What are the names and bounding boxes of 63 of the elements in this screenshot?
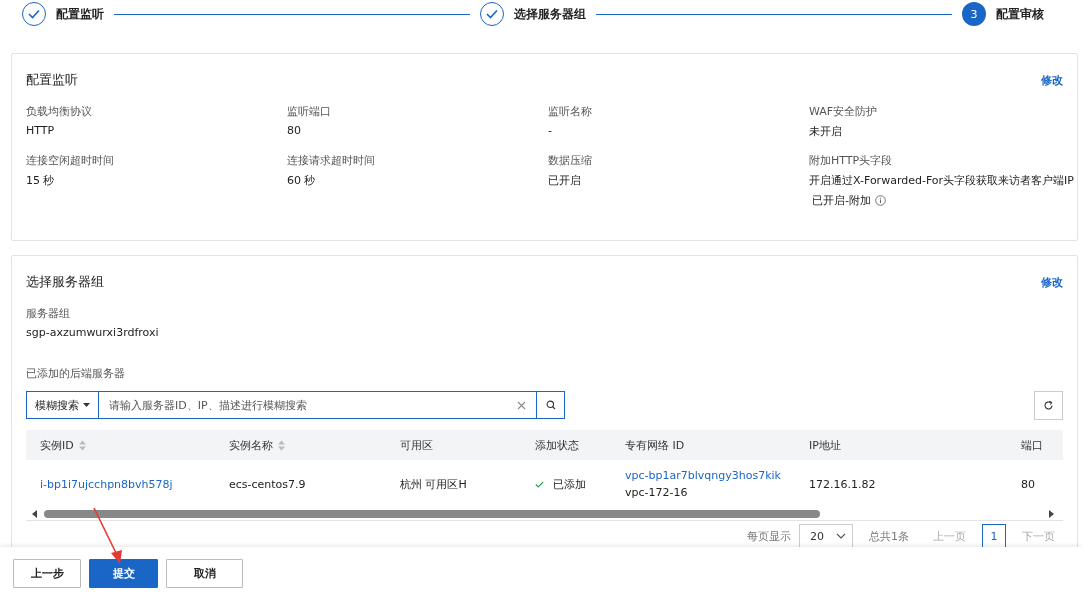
- field-label: 附加HTTP头字段: [809, 153, 893, 168]
- column-header: IP地址: [809, 437, 841, 453]
- column-header[interactable]: 实例ID: [40, 437, 86, 453]
- table-cell: 杭州 可用区H: [400, 476, 467, 492]
- field-value: 已开启: [548, 173, 581, 188]
- edit-link[interactable]: 修改: [1041, 72, 1063, 88]
- field-value: 60 秒: [287, 173, 316, 188]
- step-label: 选择服务器组: [514, 5, 586, 23]
- search-mode-dropdown[interactable]: 模糊搜索: [26, 391, 99, 419]
- refresh-icon: [1043, 400, 1054, 411]
- step-label: 配置审核: [996, 5, 1044, 23]
- scroll-right-icon[interactable]: [1048, 510, 1054, 518]
- section-label: 已添加的后端服务器: [26, 366, 126, 381]
- field-label: 连接空闲超时时间: [26, 153, 114, 168]
- column-header: 端口: [1021, 437, 1043, 453]
- per-page-label: 每页显示: [747, 528, 791, 544]
- status-text: 已添加: [552, 476, 586, 492]
- card-title: 配置监听: [26, 71, 78, 89]
- search-icon: [545, 400, 556, 410]
- refresh-button[interactable]: [1034, 391, 1063, 420]
- field-value: 未开启: [809, 124, 842, 139]
- column-header: 添加状态: [535, 437, 579, 453]
- footer-button[interactable]: 取消: [166, 558, 243, 588]
- instance-id-link[interactable]: i-bp1i7ujcchpn8bvh578j: [40, 477, 173, 491]
- edit-link[interactable]: 修改: [1041, 274, 1063, 290]
- total-count: 总共1条: [869, 528, 909, 544]
- field-value: sgp-axzumwurxi3rdfroxi: [26, 326, 159, 339]
- step-label: 配置监听: [56, 5, 104, 23]
- table-cell: 172.16.1.82: [809, 477, 876, 491]
- field-value: 已开启-附加: [812, 193, 871, 208]
- field-value: 80: [287, 124, 301, 137]
- caret-icon: [83, 403, 90, 407]
- chevron-down-icon: [836, 533, 846, 539]
- field-label: WAF安全防护: [809, 104, 878, 119]
- footer-button[interactable]: 上一步: [13, 558, 81, 588]
- column-header: 专有网络 ID: [625, 437, 685, 453]
- vpc-id-link[interactable]: vpc-bp1ar7blvqngy3hos7kik: [625, 469, 781, 482]
- field-value: HTTP: [26, 124, 55, 137]
- search-field[interactable]: 请输入服务器ID、IP、描述进行模糊搜索: [99, 391, 536, 419]
- page-number-button[interactable]: 1: [982, 524, 1006, 548]
- info-icon[interactable]: [875, 195, 886, 206]
- search-button[interactable]: [536, 391, 565, 419]
- field-label: 负载均衡协议: [26, 104, 92, 119]
- column-header: 可用区: [400, 437, 433, 453]
- field-label: 连接请求超时时间: [287, 153, 375, 168]
- card-title: 选择服务器组: [26, 273, 104, 291]
- clear-icon[interactable]: [517, 400, 526, 410]
- table-cell: 80: [1021, 477, 1035, 491]
- field-label: 数据压缩: [548, 153, 592, 168]
- table-cell: ecs-centos7.9: [229, 477, 306, 491]
- scroll-left-icon[interactable]: [32, 510, 38, 518]
- field-value: 15 秒: [26, 173, 55, 188]
- step-number: 3: [962, 2, 986, 26]
- field-label: 服务器组: [26, 306, 70, 321]
- field-value: -: [548, 124, 552, 137]
- table-cell: vpc-172-16: [625, 486, 688, 499]
- per-page-select[interactable]: 20: [799, 524, 853, 548]
- horizontal-scrollbar[interactable]: [26, 508, 1063, 521]
- submit-button[interactable]: 提交: [89, 558, 158, 588]
- column-header[interactable]: 实例名称: [229, 437, 285, 453]
- field-label: 监听名称: [548, 104, 592, 119]
- field-label: 监听端口: [287, 104, 331, 119]
- field-value: 开启通过X-Forwarded-For头字段获取来访者客户端IP: [809, 173, 1074, 188]
